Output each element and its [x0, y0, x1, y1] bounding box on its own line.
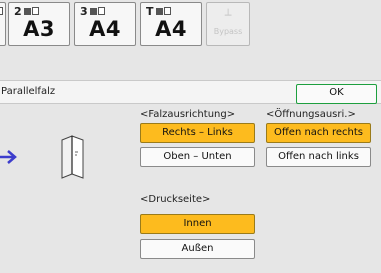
ok-button[interactable]: OK	[296, 84, 377, 104]
print-side-outer-button[interactable]: Außen	[140, 239, 255, 259]
fold-top-bottom-button[interactable]: Oben – Unten	[140, 147, 255, 167]
print-side-inner-button[interactable]: Innen	[140, 214, 255, 234]
tray-button-bypass[interactable]: ┴ Bypass	[206, 2, 250, 46]
tray-button-t[interactable]: T A4	[140, 2, 202, 46]
paper-orientation-icon	[97, 7, 105, 15]
paper-stack-icon	[89, 8, 97, 15]
bypass-label: Bypass	[213, 27, 243, 36]
opening-direction-label: <Öffnungsausri.>	[266, 109, 356, 120]
header-bar: Parallelfalz OK	[0, 80, 381, 104]
folded-document-icon	[61, 135, 84, 179]
open-right-button[interactable]: Offen nach rechts	[266, 123, 371, 143]
fold-right-left-button[interactable]: Rechts – Links	[140, 123, 255, 143]
bypass-tray-icon: ┴	[224, 9, 232, 22]
tray-button-3[interactable]: 3 A4	[74, 2, 136, 46]
arrow-right-icon	[0, 150, 17, 164]
paper-stack-icon	[23, 8, 31, 15]
page-title: Parallelfalz	[1, 86, 56, 97]
tray-button-2[interactable]: 2 A3	[8, 2, 70, 46]
tray-paper-size: A4	[89, 17, 121, 41]
tray-paper-size: A4	[155, 17, 187, 41]
print-side-label: <Druckseite>	[140, 194, 211, 205]
fold-direction-label: <Falzausrichtung>	[140, 109, 236, 120]
open-left-button[interactable]: Offen nach links	[266, 147, 371, 167]
paper-orientation-icon	[0, 7, 3, 15]
tray-button-partial[interactable]	[0, 2, 6, 46]
paper-orientation-icon	[31, 7, 39, 15]
paper-orientation-icon	[163, 7, 171, 15]
paper-stack-icon	[155, 8, 163, 15]
tray-paper-size: A3	[23, 17, 55, 41]
